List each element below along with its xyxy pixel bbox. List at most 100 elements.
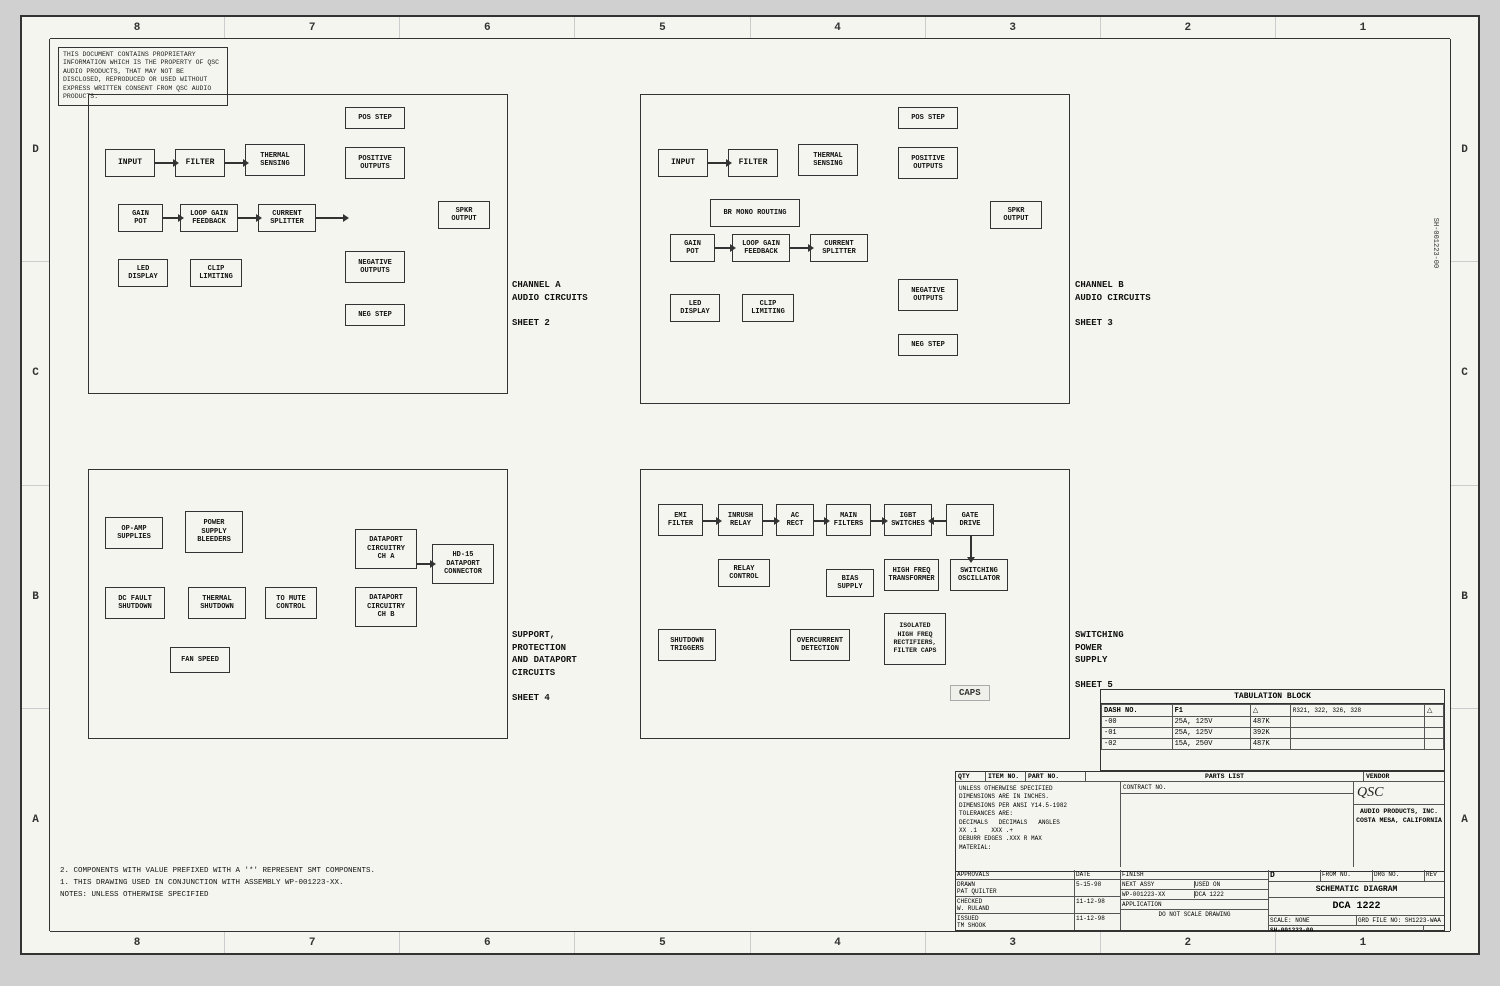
finish-row: FINISH <box>1121 870 1268 880</box>
col-item: ITEM NO. <box>986 772 1026 781</box>
arrow-a-current-positive <box>316 217 345 219</box>
block-sw-igbt: IGBTSWITCHES <box>884 504 932 536</box>
tab-val-00-2: 487K <box>1250 717 1290 728</box>
block-b-clip: CLIPLIMITING <box>742 294 794 322</box>
checked-row: CHECKED W. RULAND 11-12-98 <box>956 897 1120 914</box>
block-s-mute: TO MUTECONTROL <box>265 587 317 619</box>
tolerances-text: UNLESS OTHERWISE SPECIFIEDDIMENSIONS ARE… <box>956 782 1121 867</box>
block-a-pos-step: POS STEP <box>345 107 405 129</box>
channel-a-label: CHANNEL AAUDIO CIRCUITSSHEET 2 <box>512 279 588 329</box>
arrow-sw-gate-down <box>970 536 972 559</box>
schematic-title: SCHEMATIC DIAGRAM <box>1269 882 1444 898</box>
right-marker-c: C <box>1451 262 1478 485</box>
col-qty: QTY <box>956 772 986 781</box>
block-sw-gate-drive: GATEDRIVE <box>946 504 994 536</box>
block-b-filter: FILTER <box>728 149 778 177</box>
contract-value <box>1121 794 1353 867</box>
bot-marker-7: 7 <box>225 932 400 953</box>
block-a-current-splitter: CURRENTSPLITTER <box>258 204 316 232</box>
arrow-sw-inrush-ac <box>763 520 776 522</box>
notes-area: 2. COMPONENTS WITH VALUE PREFIXED WITH A… <box>60 865 375 901</box>
tab-val-01-3 <box>1290 728 1424 739</box>
tab-val-02-2: 487K <box>1250 739 1290 750</box>
do-not-scale: DO NOT SCALE DRAWING <box>1121 909 1268 919</box>
block-b-pos-step: POS STEP <box>898 107 958 129</box>
block-b-thermal: THERMALSENSING <box>798 144 858 176</box>
note-2: 2. COMPONENTS WITH VALUE PREFIXED WITH A… <box>60 865 375 877</box>
block-s-dcfault: DC FAULTSHUTDOWN <box>105 587 165 619</box>
tab-val-00-3 <box>1290 717 1424 728</box>
wp-row: WP-001223-XX DCA 1222 <box>1121 890 1268 900</box>
block-b-br-mono: BR MONO ROUTING <box>710 199 800 227</box>
schematic-sheet: 8 7 6 5 4 3 2 1 8 7 6 5 4 3 2 1 D C B A … <box>20 15 1480 955</box>
drawn-label-cell: DRAWN PAT QUILTER <box>956 880 1075 896</box>
tab-row-00: -00 25A, 125V 487K <box>1102 717 1444 728</box>
block-b-loop-gain: LOOP GAINFEEDBACK <box>732 234 790 262</box>
block-sw-highfreq: HIGH FREQTRANSFORMER <box>884 559 939 591</box>
tab-dash-00: -00 <box>1102 717 1173 728</box>
block-a-neg-step: NEG STEP <box>345 304 405 326</box>
tab-dash-02: -02 <box>1102 739 1173 750</box>
parts-list-section: QTY ITEM NO. PART NO. PARTS LIST VENDOR … <box>956 772 1444 872</box>
block-a-loop-gain: LOOP GAINFEEDBACK <box>180 204 238 232</box>
block-b-led: LEDDISPLAY <box>670 294 720 322</box>
block-a-negative: NEGATIVEOUTPUTS <box>345 251 405 283</box>
rev-value <box>1424 926 1444 931</box>
block-sw-emi: EMIFILTER <box>658 504 703 536</box>
block-b-input: INPUT <box>658 149 708 177</box>
switching-label: SWITCHINGPOWERSUPPLYSHEET 5 <box>1075 629 1124 692</box>
block-b-gain-pot: GAINPOT <box>670 234 715 262</box>
block-a-clip: CLIPLIMITING <box>190 259 242 287</box>
issued-label-cell: ISSUED TM SHOOK <box>956 914 1075 930</box>
col-vendor: VENDOR <box>1364 772 1444 781</box>
block-s-power-bleeders: POWERSUPPLYBLEEDERS <box>185 511 243 553</box>
block-sw-ac-rect: ACRECT <box>776 504 814 536</box>
title-block-area: QTY ITEM NO. PART NO. PARTS LIST VENDOR … <box>955 771 1445 931</box>
dca-value: DCA 1222 <box>1195 891 1267 898</box>
block-b-negative: NEGATIVEOUTPUTS <box>898 279 958 311</box>
block-sw-relay-control: RELAYCONTROL <box>718 559 770 587</box>
next-assy-row: NEXT ASSY USED ON <box>1121 880 1268 890</box>
approvals-content: APPROVALS DATE DRAWN PAT QUILTER 5-15-98 <box>956 870 1444 930</box>
right-marker-d: D <box>1451 39 1478 262</box>
tab-dash-01: -01 <box>1102 728 1173 739</box>
issued-date: 11-12-98 <box>1075 914 1120 930</box>
tab-val-00-1: 25A, 125V <box>1172 717 1250 728</box>
block-b-neg-step: NEG STEP <box>898 334 958 356</box>
qsc-logo: QSC <box>1357 785 1383 801</box>
block-s-dataport-b: DATAPORTCIRCUITRYCH B <box>355 587 417 627</box>
bot-marker-8: 8 <box>50 932 225 953</box>
block-a-led: LEDDISPLAY <box>118 259 168 287</box>
tab-checkmark: △ <box>1250 705 1290 717</box>
drg-no-label: DRG NO. <box>1373 870 1424 881</box>
caps-label: CAPS <box>950 685 990 701</box>
bot-marker-1: 1 <box>1276 932 1450 953</box>
right-marker-a: A <box>1451 709 1478 931</box>
tab-checkmark2: △ <box>1424 705 1443 717</box>
tab-val-02-4 <box>1424 739 1443 750</box>
company-name: AUDIO PRODUCTS, INC.COSTA MESA, CALIFORN… <box>1354 805 1444 827</box>
tab-row-01: -01 25A, 125V 392K <box>1102 728 1444 739</box>
left-marker-a: A <box>22 709 49 931</box>
arrow-sw-main-igbt <box>871 520 884 522</box>
tab-r-header: R321, 322, 326, 328 <box>1290 705 1424 717</box>
tabulation-block: TABULATION BLOCK DASH NO. F1 △ R321, 322… <box>1100 689 1445 771</box>
tab-f1-header: F1 <box>1172 705 1250 717</box>
arrow-sw-emi-inrush <box>703 520 718 522</box>
top-marker-6: 6 <box>400 17 575 38</box>
scale-row: SCALE: NONE GRD FILE NO: SH1223-WAA <box>1269 916 1444 926</box>
bot-marker-3: 3 <box>926 932 1101 953</box>
arrow-a-input-filter <box>155 162 175 164</box>
from-no-label: FROM NO. <box>1321 870 1373 881</box>
top-marker-2: 2 <box>1101 17 1276 38</box>
wp-value: WP-001223-XX <box>1122 891 1195 898</box>
arrow-a-gain-loop <box>163 217 180 219</box>
issued-row: ISSUED TM SHOOK 11-12-98 <box>956 914 1120 930</box>
note-header: NOTES: UNLESS OTHERWISE SPECIFIED <box>60 889 375 901</box>
tab-val-01-4 <box>1424 728 1443 739</box>
used-on-label: USED ON <box>1195 881 1267 888</box>
block-sw-main-filters: MAINFILTERS <box>826 504 871 536</box>
arrow-sw-gate-igbt <box>932 520 946 522</box>
col-part: PART NO. <box>1026 772 1086 781</box>
right-marker-b: B <box>1451 486 1478 709</box>
